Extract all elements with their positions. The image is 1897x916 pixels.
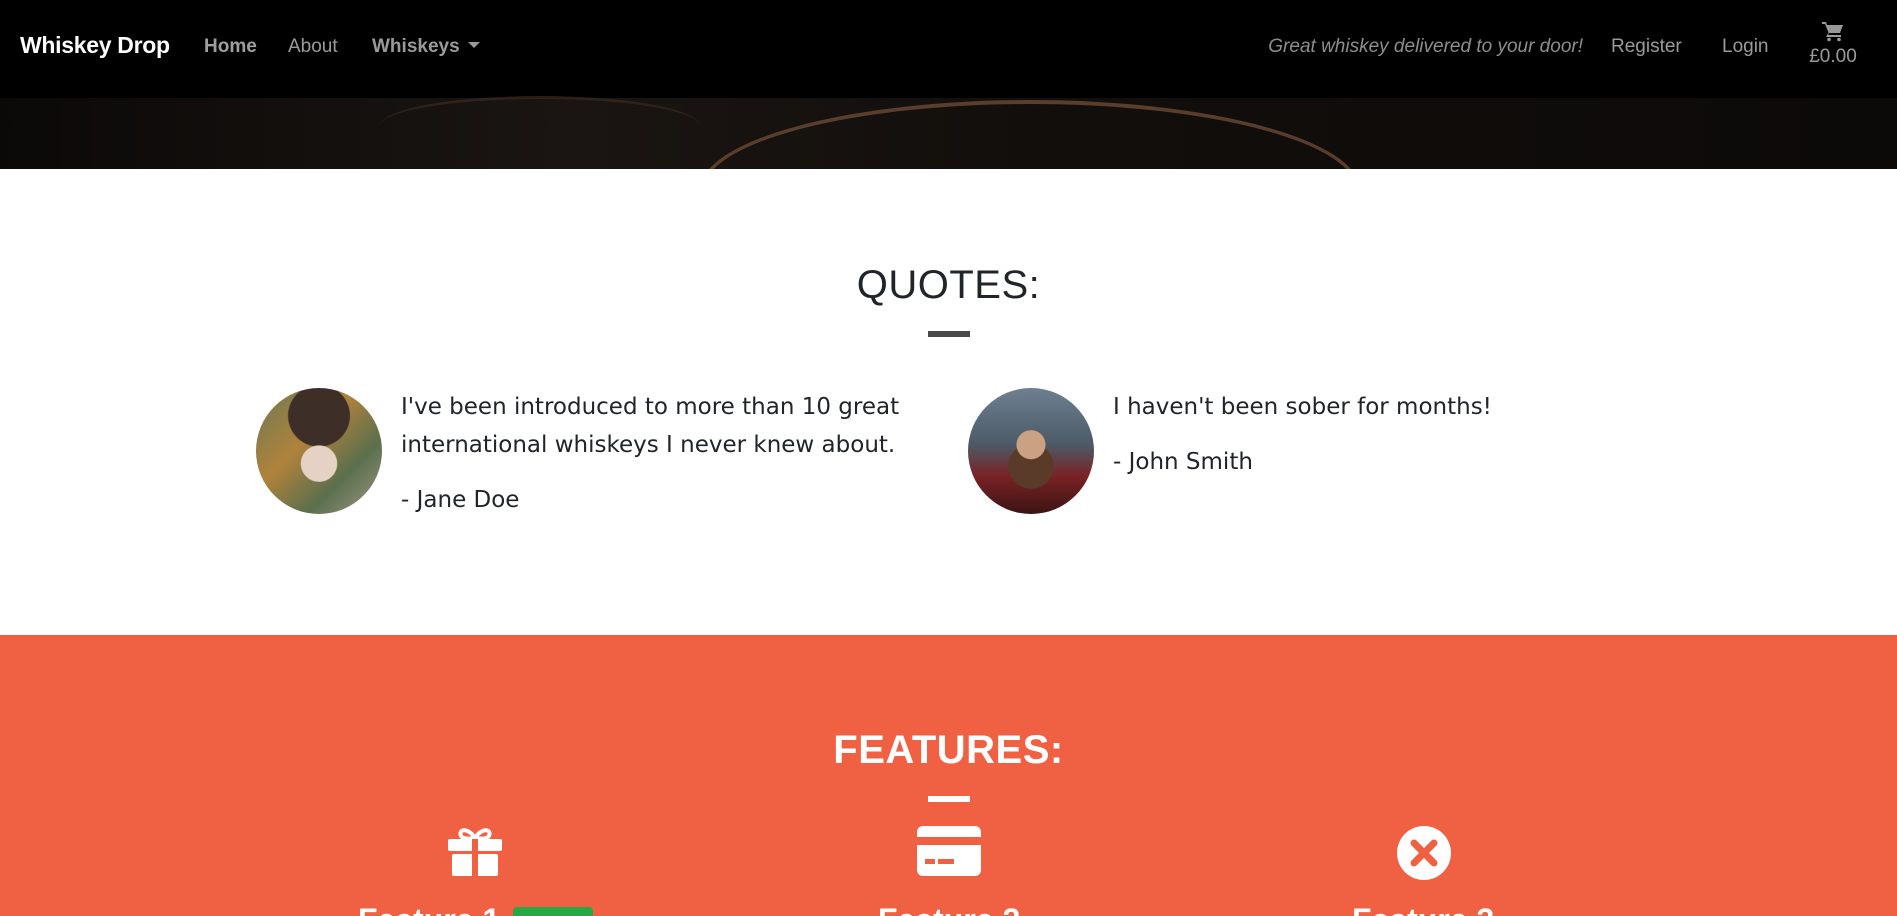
feature-title: Feature 2: [878, 902, 1020, 916]
cart-total: £0.00: [1809, 46, 1857, 67]
nav-link-about[interactable]: About: [288, 36, 338, 58]
register-link[interactable]: Register: [1611, 36, 1682, 58]
status-badge: [513, 907, 593, 916]
avatar: [968, 388, 1094, 514]
nav-dropdown-whiskeys[interactable]: Whiskeys: [372, 36, 480, 58]
site-tagline: Great whiskey delivered to your door!: [1268, 36, 1583, 57]
quote-text: I haven't been sober for months!: [1113, 394, 1492, 420]
cart-button[interactable]: £0.00: [1802, 20, 1864, 68]
gift-icon: [446, 825, 504, 877]
shopping-cart-icon: [1822, 22, 1843, 42]
quotes-heading: QUOTES:: [856, 263, 1041, 307]
top-navbar: Whiskey Drop Home About Whiskeys Great w…: [0, 0, 1897, 96]
caret-down-icon: [467, 42, 480, 48]
heading-divider: [928, 331, 970, 337]
quote-text: I've been introduced to more than 10 gre…: [401, 394, 900, 458]
quote-author: - Jane Doe: [401, 487, 520, 513]
features-heading: FEATURES:: [833, 728, 1064, 772]
brand-logo[interactable]: Whiskey Drop: [20, 32, 170, 59]
nav-dropdown-label: Whiskeys: [372, 36, 460, 57]
login-link[interactable]: Login: [1722, 36, 1769, 58]
credit-card-icon: [916, 825, 982, 877]
features-divider: [928, 796, 970, 802]
hero-banner: Whiskey Drop Home About Whiskeys Great w…: [0, 0, 1897, 169]
feature-title: Feature 3: [1352, 902, 1494, 916]
avatar: [256, 388, 382, 514]
feature-title: Feature 1: [358, 902, 500, 916]
quote-author: - John Smith: [1113, 449, 1253, 475]
nav-link-home[interactable]: Home: [204, 36, 257, 58]
times-circle-icon: [1396, 825, 1452, 881]
